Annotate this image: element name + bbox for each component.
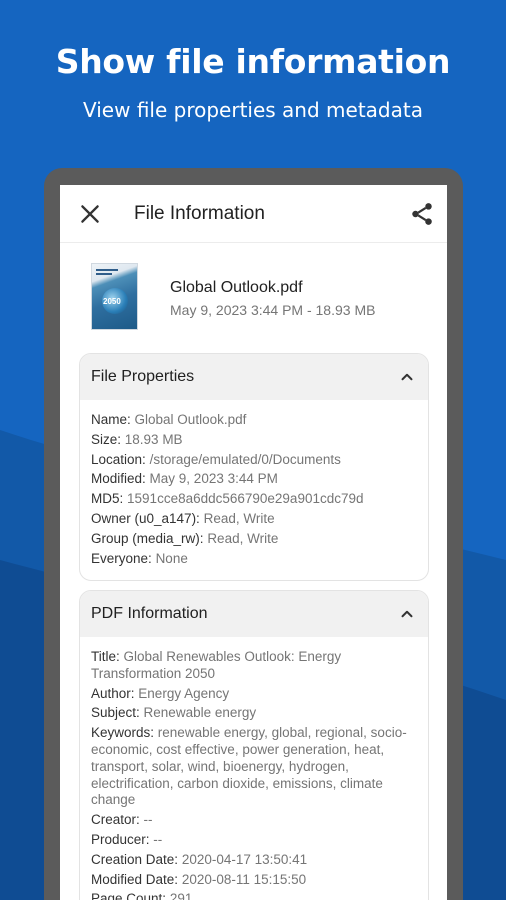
property-row: Group (media_rw): Read, Write xyxy=(91,530,279,546)
file-properties-body: Name: Global Outlook.pdf Size: 18.93 MB … xyxy=(80,400,428,567)
pdf-info-row: Subject: Renewable energy xyxy=(91,705,257,721)
pdf-info-row: Page Count: 291 xyxy=(91,891,193,900)
promo-headline: Show file information xyxy=(55,42,451,81)
file-meta: May 9, 2023 3:44 PM - 18.93 MB xyxy=(170,302,376,318)
pdf-info-row: Modified Date: 2020-08-11 15:15:50 xyxy=(91,871,307,887)
pdf-information-card: PDF Information Title: Global Renewables… xyxy=(79,590,429,900)
property-row: Everyone: None xyxy=(91,550,188,566)
pdf-info-row: Author: Energy Agency xyxy=(91,685,230,701)
pdf-info-row: Title: Global Renewables Outlook: Energy… xyxy=(91,649,342,681)
thumbnail-year: 2050 xyxy=(103,297,121,306)
close-icon[interactable] xyxy=(77,201,103,227)
pdf-thumbnail: 2050 xyxy=(91,263,138,330)
pdf-information-body: Title: Global Renewables Outlook: Energy… xyxy=(80,637,428,900)
pdf-info-row: Keywords: renewable energy, global, regi… xyxy=(91,725,407,808)
pdf-info-row: Creation Date: 2020-04-17 13:50:41 xyxy=(91,851,308,867)
pdf-information-title: PDF Information xyxy=(91,605,208,622)
promo-subheadline: View file properties and metadata xyxy=(83,98,423,122)
app-bar: File Information xyxy=(60,185,447,243)
file-properties-card: File Properties Name: Global Outlook.pdf… xyxy=(79,353,429,581)
file-properties-title: File Properties xyxy=(91,368,195,385)
property-row: Location: /storage/emulated/0/Documents xyxy=(91,451,341,467)
property-row: Modified: May 9, 2023 3:44 PM xyxy=(91,471,278,487)
file-name: Global Outlook.pdf xyxy=(170,279,303,296)
chevron-up-icon[interactable] xyxy=(398,368,416,386)
app-screen: File Information 2050 Global Outlook.pdf… xyxy=(60,185,447,900)
pdf-info-row: Creator: -- xyxy=(91,812,153,828)
property-row: MD5: 1591cce8a6ddc566790e29a901cdc79d xyxy=(91,491,364,507)
file-summary: 2050 Global Outlook.pdf May 9, 2023 3:44… xyxy=(60,243,447,353)
pdf-info-row: Producer: -- xyxy=(91,831,163,847)
file-properties-header[interactable]: File Properties xyxy=(80,354,428,400)
pdf-information-header[interactable]: PDF Information xyxy=(80,591,428,637)
property-row: Name: Global Outlook.pdf xyxy=(91,412,247,427)
property-row: Size: 18.93 MB xyxy=(91,431,183,447)
property-row: Owner (u0_a147): Read, Write xyxy=(91,510,275,526)
share-icon[interactable] xyxy=(409,201,435,227)
chevron-up-icon[interactable] xyxy=(398,605,416,623)
page-title: File Information xyxy=(134,203,265,224)
